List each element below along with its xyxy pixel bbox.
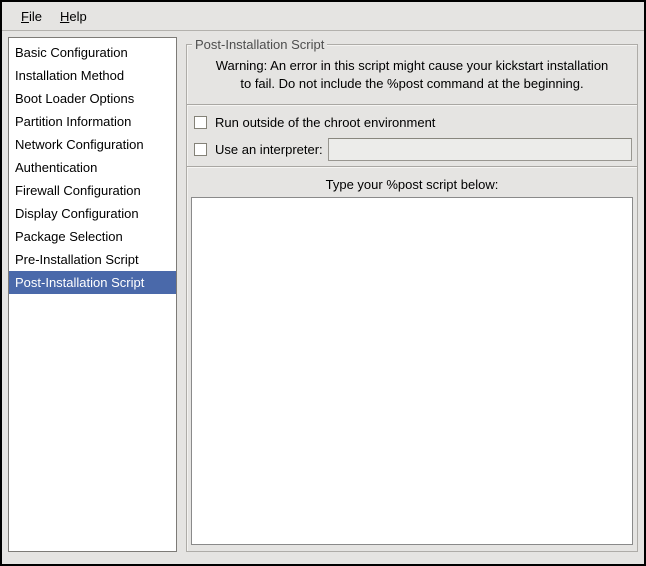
sidebar-item-pre-installation-script[interactable]: Pre-Installation Script: [9, 248, 176, 271]
menu-file[interactable]: File: [12, 5, 51, 28]
post-script-textarea[interactable]: [191, 197, 633, 545]
menu-help[interactable]: Help: [51, 5, 96, 28]
sidebar-item-display-configuration[interactable]: Display Configuration: [9, 202, 176, 225]
post-installation-frame: Post-Installation Script Warning: An err…: [186, 44, 638, 552]
interpreter-option-row: Use an interpreter:: [187, 136, 637, 163]
menu-file-rest: ile: [29, 9, 42, 24]
interpreter-input[interactable]: [328, 138, 632, 161]
separator: [187, 166, 637, 168]
sidebar-item-post-installation-script[interactable]: Post-Installation Script: [9, 271, 176, 294]
sidebar-item-basic-configuration[interactable]: Basic Configuration: [9, 41, 176, 64]
section-list: Basic Configuration Installation Method …: [8, 37, 177, 552]
sidebar-item-authentication[interactable]: Authentication: [9, 156, 176, 179]
interpreter-checkbox[interactable]: [194, 143, 207, 156]
menu-file-mnemonic: F: [21, 9, 29, 24]
menubar: File Help: [2, 2, 644, 31]
menu-help-rest: elp: [69, 9, 86, 24]
sidebar-item-partition-information[interactable]: Partition Information: [9, 110, 176, 133]
separator: [187, 104, 637, 106]
warning-text: Warning: An error in this script might c…: [187, 45, 637, 101]
warning-line-1: Warning: An error in this script might c…: [197, 57, 627, 75]
warning-line-2: to fail. Do not include the %post comman…: [197, 75, 627, 93]
sidebar-item-boot-loader-options[interactable]: Boot Loader Options: [9, 87, 176, 110]
chroot-option-row: Run outside of the chroot environment: [187, 109, 637, 136]
sidebar-item-firewall-configuration[interactable]: Firewall Configuration: [9, 179, 176, 202]
sidebar-item-network-configuration[interactable]: Network Configuration: [9, 133, 176, 156]
frame-title: Post-Installation Script: [192, 36, 327, 53]
chroot-checkbox[interactable]: [194, 116, 207, 129]
content-area: Basic Configuration Installation Method …: [2, 31, 644, 564]
sidebar-item-package-selection[interactable]: Package Selection: [9, 225, 176, 248]
interpreter-checkbox-label: Use an interpreter:: [215, 142, 323, 157]
kickstart-configurator-window: File Help Basic Configuration Installati…: [0, 0, 646, 566]
sidebar-item-installation-method[interactable]: Installation Method: [9, 64, 176, 87]
menu-help-mnemonic: H: [60, 9, 69, 24]
chroot-checkbox-label: Run outside of the chroot environment: [215, 115, 435, 130]
script-area-label: Type your %post script below:: [187, 171, 637, 197]
